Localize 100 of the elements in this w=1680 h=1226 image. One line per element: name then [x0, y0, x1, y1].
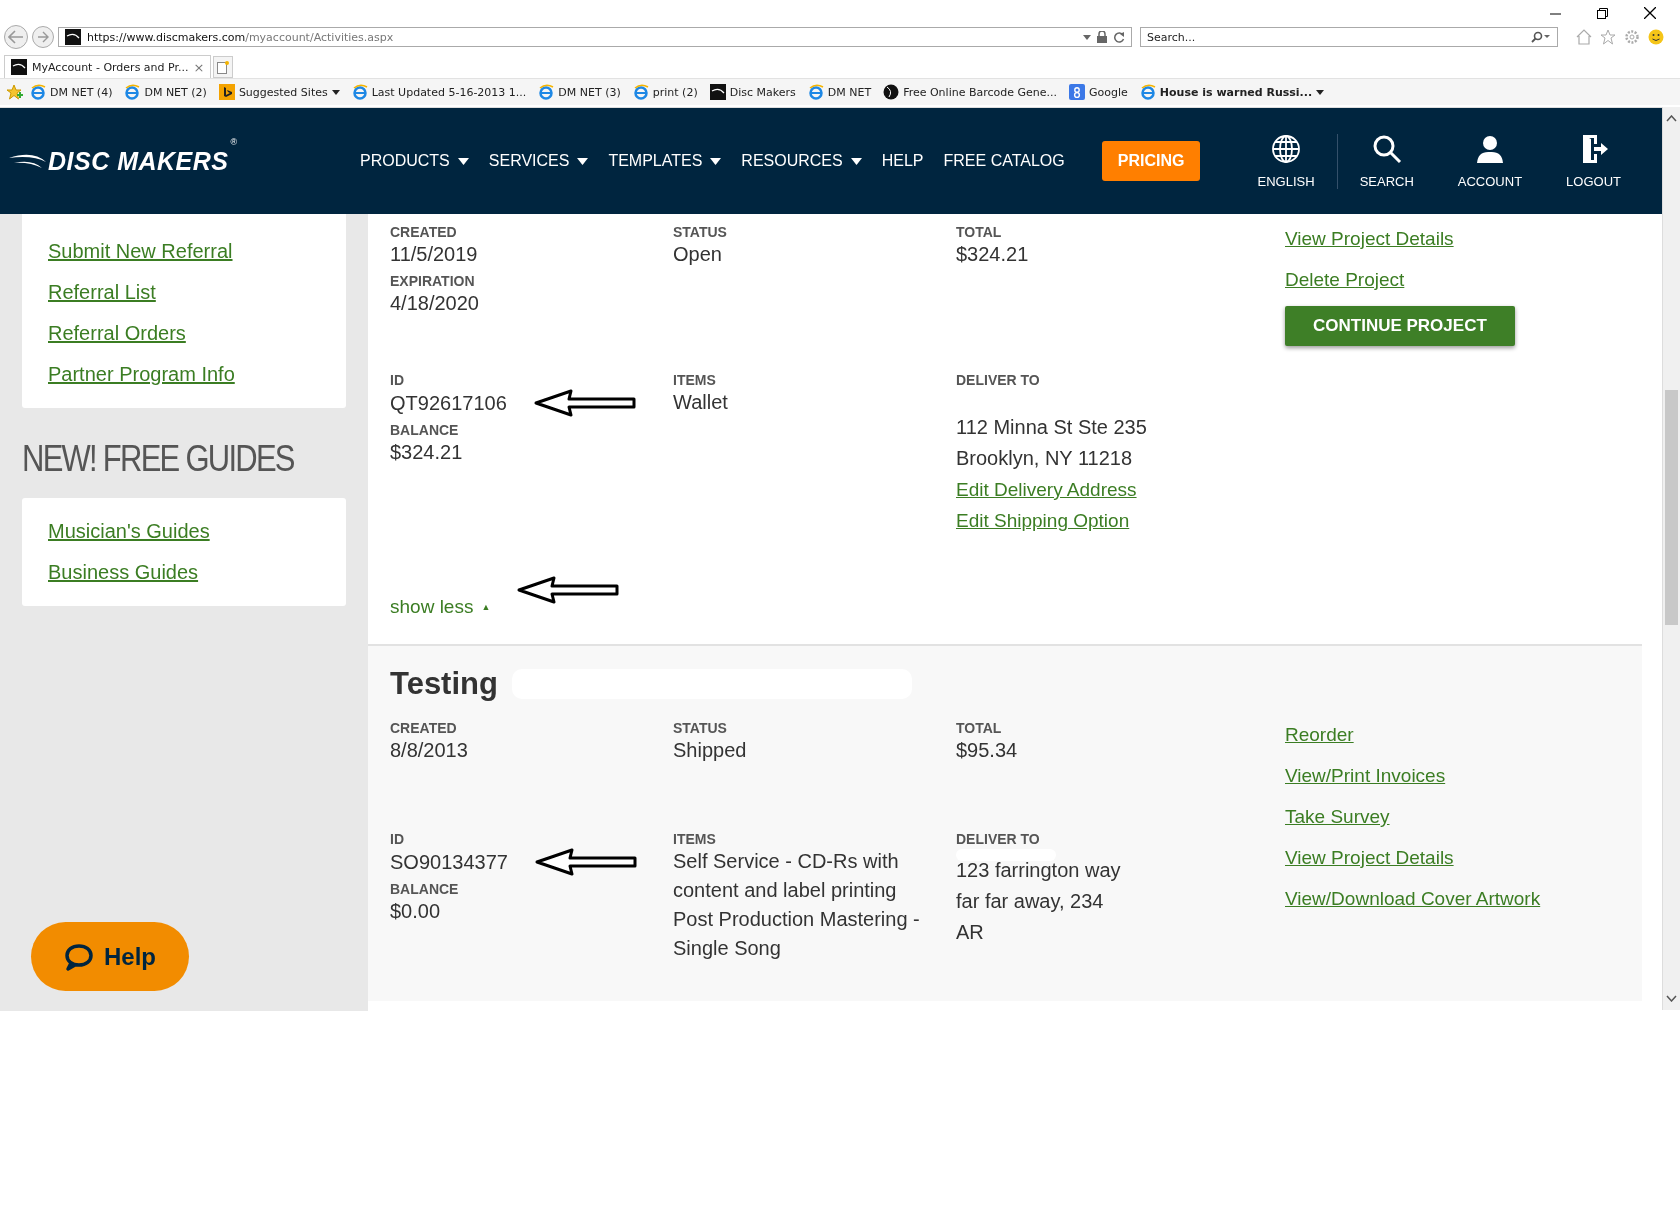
favorite-link[interactable]: Free Online Barcode Gene... [883, 84, 1064, 100]
address-line: AR [956, 920, 985, 945]
field-label: BALANCE [390, 422, 460, 438]
order-item: Self Service - CD-Rs with content and label printing [673, 849, 900, 903]
globe-icon [1271, 133, 1302, 164]
scroll-thumb[interactable] [1665, 390, 1678, 625]
new-tab-button[interactable] [213, 56, 234, 78]
home-icon[interactable] [1576, 29, 1592, 45]
favorite-link[interactable]: DM NET (2) [124, 84, 213, 100]
caret-icon [331, 89, 340, 95]
person-icon [1474, 133, 1505, 164]
caret-icon [577, 157, 589, 165]
caret-icon [1316, 89, 1325, 95]
sidebar-link[interactable]: Musician's Guides [48, 520, 320, 543]
favorite-link[interactable]: DM NET (3) [538, 84, 627, 100]
trademark: ® [230, 136, 238, 147]
action-link[interactable]: Reorder [1285, 724, 1354, 746]
field-label: DELIVER TO [956, 831, 1041, 847]
caret-icon [850, 157, 862, 165]
scrollbar[interactable] [1662, 107, 1680, 1010]
scroll-down-icon[interactable] [1666, 995, 1677, 1002]
address-bar[interactable]: https://www.discmakers.com/myaccount/Activities.aspx [58, 27, 1132, 47]
utility-button[interactable]: ACCOUNT [1435, 133, 1545, 189]
favorite-link[interactable]: Google [1069, 84, 1134, 100]
browser-icon [351, 84, 368, 100]
action-link[interactable]: View Project Details [1285, 228, 1454, 250]
address-link[interactable]: Edit Shipping Option [956, 505, 1130, 536]
order-balance: $0.00 [390, 899, 442, 924]
favorite-link[interactable]: Last Updated 5-16-2013 1... [351, 84, 533, 100]
utility-button[interactable]: ENGLISH [1235, 133, 1337, 189]
sidebar-link[interactable]: Submit New Referral [48, 240, 320, 263]
scroll-up-icon[interactable] [1666, 115, 1677, 122]
sidebar-link[interactable]: Partner Program Info [48, 363, 320, 386]
forward-button[interactable] [32, 26, 54, 48]
browser-icon [124, 84, 141, 100]
field-label: EXPIRATION [390, 273, 476, 289]
close-icon[interactable] [1644, 7, 1656, 19]
nav-item[interactable]: RESOURCES [741, 152, 862, 170]
favorite-link[interactable]: DM NET (4) [30, 84, 119, 100]
order-status: Open [673, 242, 723, 267]
browser-icon [1139, 84, 1156, 100]
nav-item[interactable]: FREE CATALOG [943, 152, 1065, 170]
browser-tab[interactable]: MyAccount - Orders and Pr... × [4, 55, 212, 78]
favorite-link[interactable]: Suggested Sites [218, 84, 346, 100]
utility-button[interactable]: LOGOUT [1544, 133, 1643, 189]
show-less-toggle[interactable]: show less ▲ [390, 596, 491, 618]
add-favorite-icon[interactable] [6, 84, 24, 100]
address-line: far far away, 234 [956, 889, 1105, 914]
logo-text[interactable]: DISC MAKERS [48, 146, 229, 176]
nav-item[interactable]: SERVICES [488, 152, 589, 170]
nav-item[interactable]: TEMPLATES [608, 152, 722, 170]
favorite-link[interactable]: print (2) [632, 84, 704, 100]
smiley-icon[interactable] [1648, 29, 1664, 45]
action-link[interactable]: View Project Details [1285, 847, 1454, 869]
field-label: CREATED [390, 720, 458, 736]
field-label: DELIVER TO [956, 372, 1041, 388]
field-label: ITEMS [673, 372, 717, 388]
favorite-link[interactable]: Disc Makers [709, 84, 802, 100]
order-total: $324.21 [956, 242, 1030, 267]
sidebar-link[interactable]: Referral List [48, 281, 320, 304]
browser-icon [807, 84, 824, 100]
site-icon [65, 29, 81, 45]
new-tab-icon [217, 60, 230, 74]
dropdown-icon[interactable] [1083, 34, 1091, 40]
help-button[interactable]: Help [31, 922, 189, 991]
favorite-link[interactable]: DM NET [807, 84, 878, 100]
back-button[interactable] [4, 25, 28, 49]
restore-icon[interactable] [1597, 7, 1608, 19]
action-link[interactable]: View/Download Cover Artwork [1285, 888, 1541, 910]
order-status: Shipped [673, 738, 748, 763]
nav-item[interactable]: HELP [881, 152, 924, 170]
browser-icon [632, 84, 649, 100]
browser-icon [30, 84, 46, 100]
chat-icon [64, 942, 94, 971]
search-box[interactable]: Search... [1140, 27, 1558, 47]
sidebar-link[interactable]: Referral Orders [48, 322, 320, 345]
refresh-icon[interactable] [1113, 31, 1125, 43]
favorite-link[interactable]: House is warned Russi... [1139, 84, 1331, 100]
site-icon [709, 84, 726, 100]
order-balance: $324.21 [390, 440, 464, 465]
field-label: STATUS [673, 224, 728, 240]
nav-item[interactable]: PRODUCTS [360, 152, 469, 170]
address-link[interactable]: Edit Delivery Address [956, 474, 1137, 505]
field-label: BALANCE [390, 881, 460, 897]
action-link[interactable]: View/Print Invoices [1285, 765, 1446, 787]
utility-button[interactable]: SEARCH [1336, 133, 1436, 189]
field-label: CREATED [390, 224, 458, 240]
field-label: ID [390, 372, 405, 388]
sidebar-link[interactable]: Business Guides [48, 561, 320, 584]
lock-icon [1097, 31, 1107, 43]
guides-heading: NEW! FREE GUIDES [22, 438, 295, 480]
created-date: 11/5/2019 [390, 242, 479, 267]
action-link[interactable]: Take Survey [1285, 806, 1390, 828]
search-icon[interactable] [1531, 31, 1551, 43]
settings-icon[interactable] [1624, 29, 1640, 45]
order-id: SO90134377 [390, 849, 508, 875]
star-icon[interactable] [1600, 29, 1616, 45]
expiration-date: 4/18/2020 [390, 291, 480, 316]
action-link[interactable]: Delete Project [1285, 269, 1405, 291]
continue-button[interactable]: CONTINUE PROJECT [1285, 306, 1515, 346]
